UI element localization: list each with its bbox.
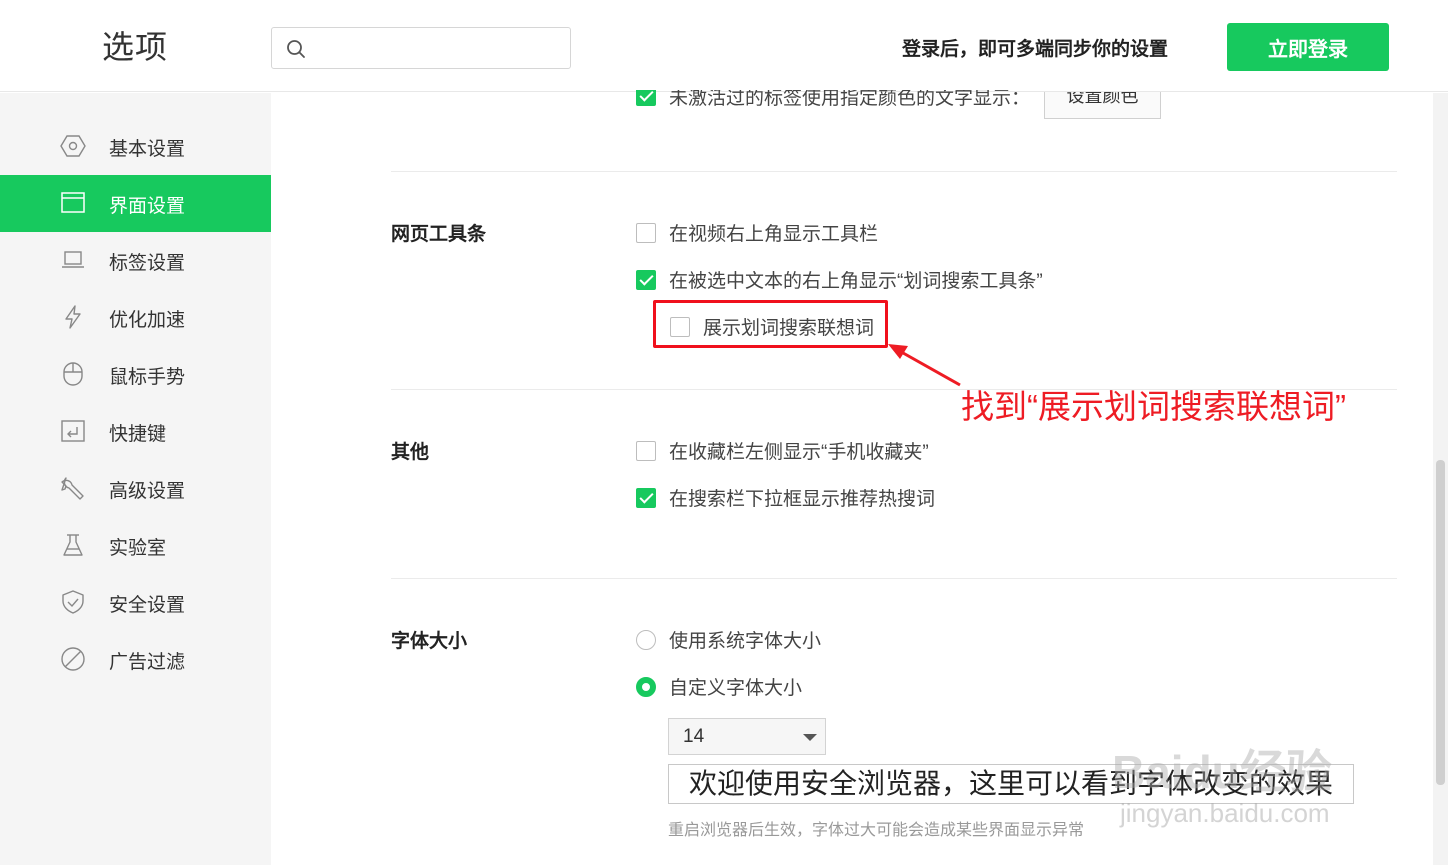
option-label: 在视频右上角显示工具栏 — [669, 224, 879, 245]
checkbox-checked[interactable] — [636, 269, 656, 290]
custom-font-size-option[interactable]: 自定义字体大小 — [636, 673, 802, 700]
shield-icon — [62, 590, 84, 614]
mobile-favorites-option[interactable]: 在收藏栏左侧显示“手机收藏夹” — [636, 437, 929, 464]
inactive-tab-color-option[interactable]: 未激活过的标签使用指定颜色的文字显示： — [636, 90, 1030, 110]
restart-note: 重启浏览器后生效，字体过大可能会造成某些界面显示异常 — [668, 822, 1085, 839]
search-input[interactable] — [316, 34, 556, 62]
radio-button[interactable] — [636, 629, 656, 650]
sidebar-item-optimize[interactable]: 优化加速 — [0, 289, 271, 346]
page-title: 选项 — [102, 29, 169, 65]
sidebar-item-mouse-gesture[interactable]: 鼠标手势 — [0, 346, 271, 403]
sidebar-item-lab[interactable]: 实验室 — [0, 517, 271, 574]
sidebar-item-label: 优化加速 — [109, 310, 186, 331]
flask-icon — [63, 534, 83, 556]
sidebar-item-label: 快捷键 — [109, 424, 167, 445]
sidebar-item-label: 高级设置 — [109, 481, 186, 502]
checkbox[interactable] — [636, 222, 656, 243]
sidebar-item-label: 鼠标手势 — [109, 367, 186, 388]
video-toolbar-option[interactable]: 在视频右上角显示工具栏 — [636, 219, 878, 246]
scrollbar-thumb[interactable] — [1436, 460, 1445, 785]
keyboard-icon — [61, 420, 85, 442]
sidebar-item-tab-settings[interactable]: 标签设置 — [0, 232, 271, 289]
sidebar-item-basic-settings[interactable]: 基本设置 — [0, 118, 271, 175]
sidebar-item-label: 广告过滤 — [109, 652, 186, 673]
checkbox-checked[interactable] — [636, 487, 656, 508]
annotation-text: 找到“展示划词搜索联想词” — [961, 388, 1346, 425]
section-title-web-toolbar: 网页工具条 — [391, 224, 487, 245]
sidebar-item-label: 标签设置 — [109, 253, 186, 274]
watermark-brand: Baidu经验 — [1112, 746, 1332, 798]
option-label: 在搜索栏下拉框显示推荐热搜词 — [669, 489, 936, 510]
annotation-arrow — [888, 344, 961, 387]
header-bar: 选项 登录后，即可多端同步你的设置 立即登录 — [0, 0, 1448, 92]
sidebar-item-label: 基本设置 — [109, 139, 186, 160]
sidebar-item-label: 界面设置 — [109, 196, 186, 217]
section-divider — [391, 171, 1397, 172]
option-label: 在收藏栏左侧显示“手机收藏夹” — [669, 442, 929, 463]
sidebar: 基本设置 界面设置 标签设置 优化加速 鼠标手势 快捷键 高级设置 实验室 安全… — [0, 93, 271, 865]
chevron-down-icon — [803, 734, 817, 741]
font-size-select[interactable]: 14 — [668, 718, 826, 755]
radio-button-selected[interactable] — [636, 676, 656, 697]
sidebar-item-ui-settings[interactable]: 界面设置 — [0, 175, 271, 232]
sidebar-item-advanced[interactable]: 高级设置 — [0, 460, 271, 517]
search-box[interactable] — [271, 27, 571, 69]
sidebar-item-label: 实验室 — [109, 538, 167, 559]
option-label: 使用系统字体大小 — [669, 631, 822, 652]
option-label: 未激活过的标签使用指定颜色的文字显示： — [669, 90, 1031, 109]
window-icon — [61, 192, 85, 213]
sidebar-item-label: 安全设置 — [109, 595, 186, 616]
sync-hint: 登录后，即可多端同步你的设置 — [902, 39, 1169, 60]
login-button[interactable]: 立即登录 — [1227, 23, 1389, 71]
sidebar-item-security[interactable]: 安全设置 — [0, 574, 271, 631]
mouse-icon — [63, 362, 83, 386]
sidebar-item-shortcuts[interactable]: 快捷键 — [0, 403, 271, 460]
section-title-other: 其他 — [391, 442, 430, 463]
laptop-icon — [62, 251, 84, 268]
lightning-icon — [65, 305, 81, 329]
section-title-font-size: 字体大小 — [391, 631, 468, 652]
system-font-size-option[interactable]: 使用系统字体大小 — [636, 626, 821, 653]
highlight-box — [653, 300, 888, 348]
block-icon — [61, 647, 85, 671]
section-divider — [391, 578, 1397, 579]
font-size-value: 14 — [683, 726, 705, 747]
search-icon — [287, 40, 305, 58]
checkbox-checked[interactable] — [636, 90, 656, 106]
section-divider — [391, 389, 1397, 390]
gear-hex-icon — [60, 135, 86, 157]
selection-search-toolbar-option[interactable]: 在被选中文本的右上角显示“划词搜索工具条” — [636, 266, 1043, 293]
checkbox[interactable] — [636, 440, 656, 461]
set-color-button[interactable]: 设置颜色 — [1044, 92, 1161, 119]
sidebar-item-ad-filter[interactable]: 广告过滤 — [0, 631, 271, 688]
option-label: 在被选中文本的右上角显示“划词搜索工具条” — [669, 271, 1043, 292]
hot-search-option[interactable]: 在搜索栏下拉框显示推荐热搜词 — [636, 484, 935, 511]
watermark-url: jingyan.baidu.com — [1120, 798, 1330, 828]
option-label: 自定义字体大小 — [669, 678, 803, 699]
wrench-icon — [61, 477, 84, 500]
